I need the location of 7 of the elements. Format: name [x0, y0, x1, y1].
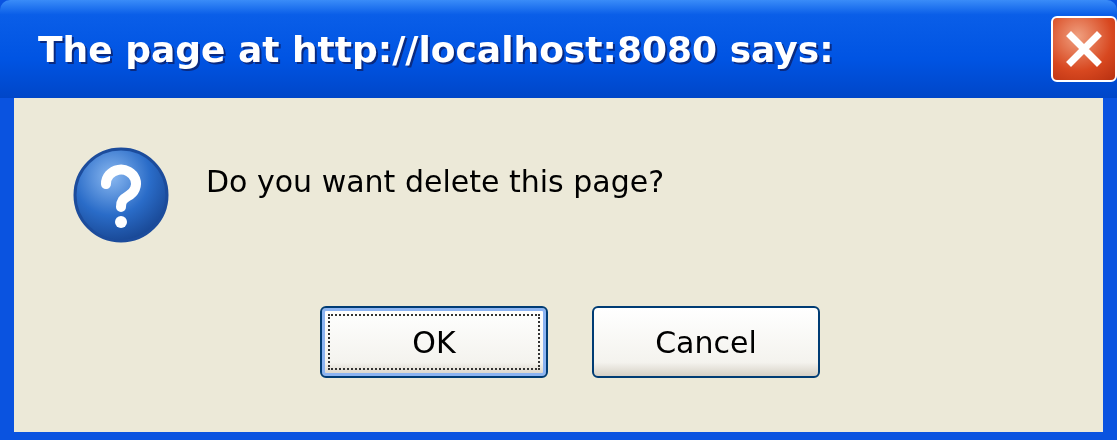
close-icon: [1065, 30, 1103, 68]
question-icon: [72, 146, 170, 244]
close-button[interactable]: [1051, 16, 1117, 82]
ok-button[interactable]: OK: [320, 306, 548, 378]
cancel-button[interactable]: Cancel: [592, 306, 820, 378]
message-text: Do you want delete this page?: [206, 163, 665, 199]
window-title: The page at http://localhost:8080 says:: [38, 28, 834, 70]
